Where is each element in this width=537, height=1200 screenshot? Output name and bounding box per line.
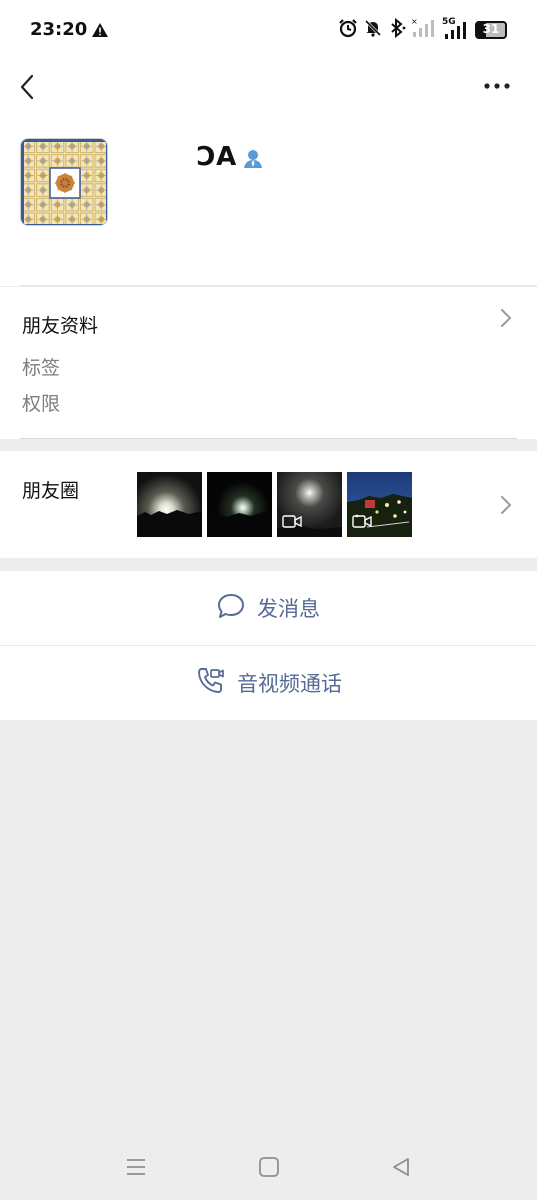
send-message-button[interactable]: 发消息 [0, 571, 537, 645]
home-square-icon[interactable] [258, 1156, 280, 1182]
moments-row[interactable]: 朋友圈 [0, 451, 537, 558]
moment-thumb-3 [277, 472, 342, 537]
contact-profile-page: 23:20 × 5G 31 ϽA 朋友资料 标签 权限 朋友圈 发消息 音视频通… [0, 0, 537, 1200]
send-message-label: 发消息 [257, 597, 320, 621]
recents-menu-icon[interactable] [125, 1156, 147, 1182]
chat-bubble-icon [217, 593, 245, 623]
moment-thumb-4 [347, 472, 412, 537]
status-icons: × 5G 31 [338, 17, 507, 43]
chevron-right-icon [501, 496, 511, 514]
status-bar: 23:20 × 5G 31 [0, 0, 537, 60]
video-icon [352, 513, 372, 532]
video-icon [282, 513, 302, 532]
info-divider [20, 438, 517, 439]
moment-thumb-1 [137, 472, 202, 537]
alarm-icon [338, 18, 358, 42]
more-button[interactable] [483, 74, 513, 98]
tags-label: 标签 [22, 357, 61, 379]
moment-thumb-2 [207, 472, 272, 537]
battery-level: 31 [482, 22, 500, 36]
bluetooth-icon [388, 17, 406, 42]
phone-video-icon [195, 666, 225, 700]
warning-icon [91, 22, 109, 42]
back-button[interactable] [14, 72, 44, 102]
moments-label: 朋友圈 [22, 480, 80, 502]
system-nav-bar [0, 1140, 537, 1200]
top-nav [0, 60, 537, 116]
signal-1-icon: × [411, 17, 437, 43]
contact-name: ϽA [197, 142, 238, 172]
more-dots-icon [484, 83, 510, 89]
battery-indicator: 31 [475, 21, 507, 39]
chevron-left-icon [20, 74, 34, 100]
svg-text:×: × [411, 17, 418, 26]
info-section[interactable]: 朋友资料 标签 权限 [0, 287, 537, 439]
friend-profile-label: 朋友资料 [22, 315, 99, 337]
header-divider [20, 285, 537, 286]
chevron-right-icon [501, 309, 511, 327]
permissions-label: 权限 [22, 393, 61, 415]
avatar[interactable] [20, 138, 108, 226]
av-call-label: 音视频通话 [237, 672, 342, 696]
contact-person-icon [242, 148, 264, 174]
mute-bell-icon [363, 18, 383, 42]
signal-5g-icon: 5G [442, 17, 470, 41]
status-time: 23:20 [30, 19, 88, 40]
profile-header: ϽA [0, 116, 537, 286]
av-call-button[interactable]: 音视频通话 [0, 646, 537, 720]
back-triangle-icon[interactable] [390, 1156, 412, 1182]
